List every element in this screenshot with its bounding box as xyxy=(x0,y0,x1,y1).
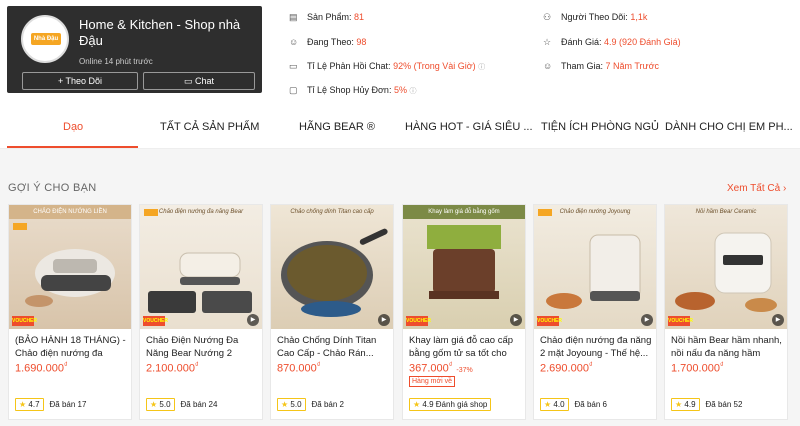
voucher-badge: VOUCHER xyxy=(668,316,694,326)
voucher-badge: VOUCHER xyxy=(143,316,169,326)
product-image[interactable]: Nồi hầm Bear Ceramic VOUCHER ▶ xyxy=(665,205,787,329)
grill-illustration xyxy=(25,249,115,307)
tab-dao[interactable]: Dạo xyxy=(63,121,83,133)
product-price: 1.690.000₫ xyxy=(15,362,68,375)
tab-bear[interactable]: HÃNG BEAR ® xyxy=(299,121,375,133)
chat-button[interactable]: ▭ Chat xyxy=(143,72,255,90)
product-title[interactable]: Chảo Điện Nướng Đa Năng Bear Nướng 2 Mặt… xyxy=(146,334,258,360)
person-icon: ☺ xyxy=(289,37,299,47)
stat-rating: ☆ Đánh Giá: 4.9 (920 Đánh Giá) xyxy=(543,37,681,47)
chat-bubble-icon: ▭ xyxy=(289,61,298,71)
person-icon: ☺ xyxy=(543,61,553,71)
star-icon: ★ xyxy=(19,400,27,409)
stat-followers: ⚇ Người Theo Dõi: 1,1k xyxy=(543,12,648,22)
product-title[interactable]: Chảo Chống Dính Titan Cao Cấp - Chảo Rán… xyxy=(277,334,389,360)
stat-products: ▤ Sản Phẩm: 81 xyxy=(289,12,365,22)
tab-all-products[interactable]: TẤT CẢ SẢN PHẨM xyxy=(160,121,259,133)
new-arrival-badge: Hàng mới về xyxy=(409,376,455,387)
shop-tabs: Dạo TẤT CẢ SẢN PHẨM HÃNG BEAR ® HÀNG HOT… xyxy=(0,103,800,149)
product-card[interactable]: Nồi hầm Bear Ceramic VOUCHER ▶ Nồi hầm B… xyxy=(664,204,788,420)
tab-hot[interactable]: HÀNG HOT - GIÁ SIÊU ... xyxy=(405,121,533,133)
shop-header: Nhà Đậu Home & Kitchen - Shop nhà Đậu On… xyxy=(0,0,800,103)
product-image[interactable]: Chảo điện nướng đa năng Bear VOUCHER ▶ xyxy=(140,205,262,329)
cancel-icon: ▢ xyxy=(289,85,298,95)
shop-logo: Nhà Đậu xyxy=(31,33,61,45)
product-image[interactable]: Chảo chống dính Titan cao cấp ▶ xyxy=(271,205,393,329)
product-price: 2.100.000₫ xyxy=(146,362,199,375)
online-status: Online 14 phút trước xyxy=(79,57,153,66)
voucher-badge: VOUCHER xyxy=(12,316,38,326)
product-title[interactable]: Chảo điện nướng đa năng 2 mặt Joyoung - … xyxy=(540,334,652,360)
play-icon[interactable]: ▶ xyxy=(247,314,259,326)
tab-women[interactable]: DÀNH CHO CHỊ EM PH... xyxy=(665,121,793,133)
star-icon: ★ xyxy=(281,400,289,409)
play-icon[interactable]: ▶ xyxy=(510,314,522,326)
product-rating: ★ 4.9 Đánh giá shop xyxy=(409,398,492,411)
product-card[interactable]: Chảo điện nướng Joyoung VOUCHER ▶ Chảo đ… xyxy=(533,204,657,420)
stat-joined: ☺ Tham Gia: 7 Năm Trước xyxy=(543,61,659,71)
product-rating: ★ 5.0 Đã bán 24 xyxy=(146,398,217,411)
product-card[interactable]: Khay làm giá đỗ bằng gốm VOUCHER ▶ Khay … xyxy=(402,204,526,420)
plus-icon: + xyxy=(57,76,66,86)
follow-button[interactable]: + Theo Dõi xyxy=(22,72,138,90)
product-price: 870.000₫ xyxy=(277,362,321,375)
product-rating: ★ 4.9 Đã bán 52 xyxy=(671,398,742,411)
product-price: 1.700.000₫ xyxy=(671,362,724,375)
voucher-badge: VOUCHER xyxy=(406,316,432,326)
shop-card: Nhà Đậu Home & Kitchen - Shop nhà Đậu On… xyxy=(7,6,262,93)
star-icon: ★ xyxy=(150,400,158,409)
star-icon: ★ xyxy=(413,400,421,409)
store-icon: ▤ xyxy=(289,12,298,22)
stat-cancel: ▢ Tỉ Lệ Shop Hủy Đơn: 5% ⓘ xyxy=(289,85,417,95)
product-title[interactable]: Khay làm giá đỗ cao cấp bằng gốm tử sa t… xyxy=(409,334,521,360)
section-title: GỢI Ý CHO BẠN xyxy=(8,182,97,194)
tab-bedroom[interactable]: TIỆN ÍCH PHÒNG NGỦ xyxy=(541,121,659,133)
pot-illustration xyxy=(675,232,777,312)
product-card[interactable]: CHẢO ĐIỆN NƯỚNG LIỀN VOUCHER (BẢO HÀNH 1… xyxy=(8,204,132,420)
grill-illustration xyxy=(546,234,641,309)
play-icon[interactable]: ▶ xyxy=(772,314,784,326)
product-rating: ★ 4.0 Đã bán 6 xyxy=(540,398,607,411)
product-image[interactable]: CHẢO ĐIỆN NƯỚNG LIỀN VOUCHER xyxy=(9,205,131,329)
chevron-right-icon: › xyxy=(782,183,787,194)
chat-icon: ▭ xyxy=(183,76,195,86)
star-outline-icon: ☆ xyxy=(543,37,552,47)
product-rating: ★ 5.0 Đã bán 2 xyxy=(277,398,344,411)
product-price: 2.690.000₫ xyxy=(540,362,593,375)
play-icon[interactable]: ▶ xyxy=(641,314,653,326)
pan-illustration xyxy=(281,228,388,317)
product-card[interactable]: Chảo chống dính Titan cao cấp ▶ Chảo Chố… xyxy=(270,204,394,420)
tray-illustration xyxy=(427,225,501,299)
product-price: 367.000₫-37% xyxy=(409,362,473,375)
product-image[interactable]: Khay làm giá đỗ bằng gốm VOUCHER ▶ xyxy=(403,205,525,329)
star-icon: ★ xyxy=(544,400,552,409)
info-icon[interactable]: ⓘ xyxy=(478,64,485,71)
stat-response: ▭ Tỉ Lệ Phản Hồi Chat: 92% (Trong Vài Giờ… xyxy=(289,61,486,71)
play-icon[interactable]: ▶ xyxy=(378,314,390,326)
shop-avatar[interactable]: Nhà Đậu xyxy=(21,15,69,63)
stat-following: ☺ Đang Theo: 98 xyxy=(289,37,367,47)
product-card[interactable]: Chảo điện nướng đa năng Bear VOUCHER ▶ C… xyxy=(139,204,263,420)
star-icon: ★ xyxy=(675,400,683,409)
active-tab-indicator xyxy=(7,146,138,148)
info-icon[interactable]: ⓘ xyxy=(410,88,417,95)
grill-illustration xyxy=(148,252,252,313)
voucher-badge: VOUCHER xyxy=(537,316,563,326)
product-image[interactable]: Chảo điện nướng Joyoung VOUCHER ▶ xyxy=(534,205,656,329)
product-rating: ★ 4.7 Đã bán 17 xyxy=(15,398,86,411)
product-title[interactable]: (BẢO HÀNH 18 THÁNG) - Chảo điện nướng đa… xyxy=(15,334,127,360)
followers-icon: ⚇ xyxy=(543,12,552,22)
see-all-link[interactable]: Xem Tất Cả › xyxy=(727,183,786,194)
product-title[interactable]: Nồi hầm Bear hầm nhanh, nồi nấu đa năng … xyxy=(671,334,783,360)
shop-name: Home & Kitchen - Shop nhà Đậu xyxy=(79,17,241,48)
